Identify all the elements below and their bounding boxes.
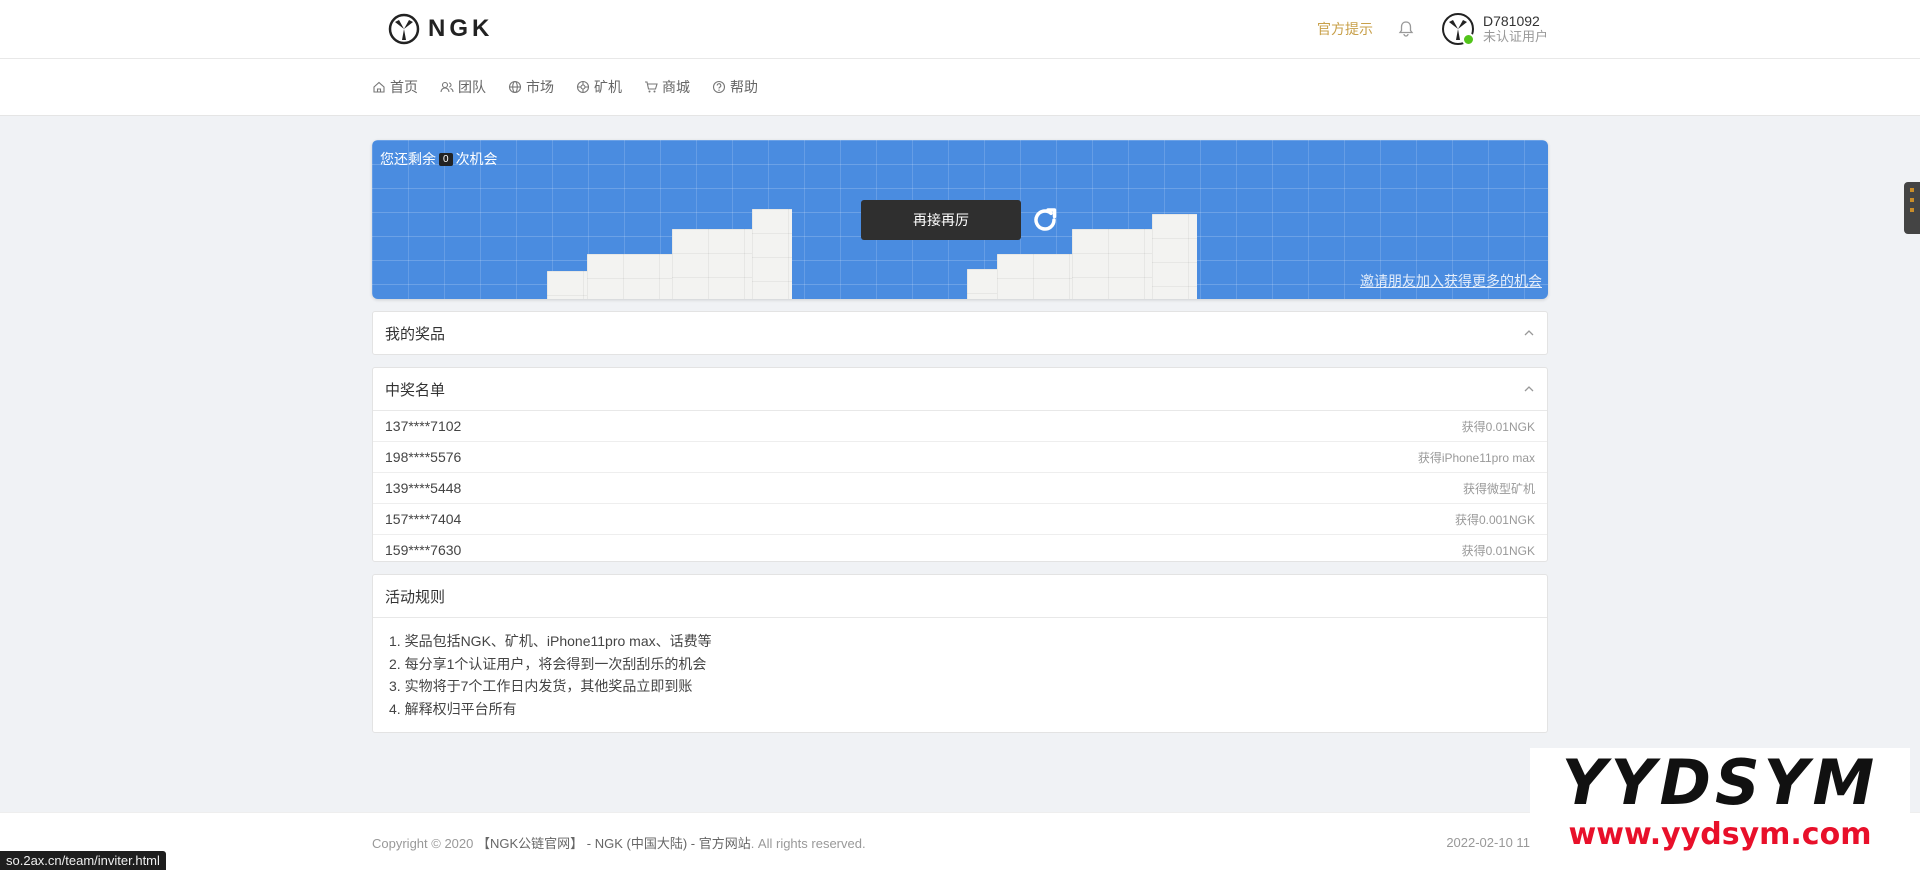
retry-button[interactable]: 再接再厉 [861,200,1021,240]
user-name: D781092 [1482,13,1540,29]
globe-icon [508,80,522,94]
nav-item-help[interactable]: 帮助 [712,77,758,97]
bell-icon[interactable] [1397,20,1415,38]
winner-phone: 198****5576 [385,449,462,465]
help-icon [712,80,726,94]
nav-item-team[interactable]: 团队 [440,77,486,97]
scratched-area [752,209,792,299]
avatar [1441,12,1475,46]
winner-prize: 获得0.001NGK [1454,512,1535,527]
online-status-dot [1461,33,1475,46]
rule-item: 4. 解释权归平台所有 [389,700,517,717]
winner-prize: 获得0.01NGK [1461,543,1535,558]
chances-prefix: 您还剩余 [380,151,436,167]
nav-label: 市场 [526,79,554,95]
copyright-rights: . All rights reserved. [750,835,866,851]
watermark-url: www.yydsym.com [1568,817,1872,852]
nav-item-shop[interactable]: 商城 [644,77,690,97]
nav-label: 商城 [662,79,690,95]
list-item: 139****5448 获得微型矿机 [373,473,1547,504]
main-nav: 首页 团队 市场 矿机 商城 帮助 [0,59,1920,116]
panel-title: 我的奖品 [385,325,446,343]
panel-title: 活动规则 [385,588,446,606]
list-item: 157****7404 获得0.001NGK [373,504,1547,535]
rule-item: 2. 每分享1个认证用户，将会得到一次刮刮乐的机会 [389,655,707,672]
user-menu[interactable]: D781092 未认证用户 [1441,12,1548,46]
copyright-brand[interactable]: 【NGK公链官网】 - NGK (中国大陆) - 官方网站 [477,836,751,851]
chances-suffix: 次机会 [455,151,498,167]
rules-panel: 活动规则 1. 奖品包括NGK、矿机、iPhone11pro max、话费等 2… [372,574,1548,733]
list-item: 137****7102 获得0.01NGK [373,411,1547,442]
side-widget-handle[interactable] [1904,182,1920,234]
winners-header[interactable]: 中奖名单 [373,368,1547,411]
invite-friends-link[interactable]: 邀请朋友加入获得更多的机会 [1360,271,1542,291]
rule-item: 3. 实物将于7个工作日内发货，其他奖品立即到账 [389,678,693,694]
copyright: Copyright © 2020 【NGK公链官网】 - NGK (中国大陆) … [372,833,866,852]
winners-list[interactable]: 137****7102 获得0.01NGK 198****5576 获得iPho… [373,411,1547,561]
watermark-title: YYDSYM [1561,746,1879,819]
scratch-card[interactable]: 您还剩余 0 次机会 再接再厉 邀请朋友加入获得更多的机会 [372,140,1548,299]
rules-list: 1. 奖品包括NGK、矿机、iPhone11pro max、话费等 2. 每分享… [373,618,1547,732]
cart-icon [645,81,658,93]
winner-prize: 获得iPhone11pro max [1417,450,1535,465]
nav-item-market[interactable]: 市场 [508,77,554,97]
home-icon [373,81,385,93]
logo-text: NGK [428,15,494,42]
top-header: NGK 官方提示 D781092 未认证用户 [0,0,1920,59]
copyright-prefix: Copyright © 2020 [372,835,474,851]
rule-item: 1. 奖品包括NGK、矿机、iPhone11pro max、话费等 [389,633,712,649]
panel-title: 中奖名单 [385,381,446,399]
nav-label: 帮助 [730,79,758,95]
winners-panel: 中奖名单 137****7102 获得0.01NGK 198****5576 获… [372,367,1548,562]
rules-header: 活动规则 [373,575,1547,618]
scratched-area [547,271,592,299]
chevron-up-icon[interactable] [1523,327,1535,339]
winner-prize: 获得0.01NGK [1461,419,1535,434]
remaining-chances: 您还剩余 0 次机会 [380,149,498,169]
my-prizes-panel: 我的奖品 [372,311,1548,355]
logo-icon [388,13,420,45]
nav-item-miner[interactable]: 矿机 [576,77,622,97]
list-item: 198****5576 获得iPhone11pro max [373,442,1547,473]
winner-prize: 获得微型矿机 [1462,481,1535,496]
nav-label: 团队 [458,79,486,95]
nav-label: 矿机 [594,79,622,95]
scratched-area [1152,214,1197,299]
refresh-icon[interactable] [1029,204,1061,236]
nav-item-home[interactable]: 首页 [372,77,418,97]
chevron-up-icon[interactable] [1523,383,1535,395]
watermark: YYDSYM www.yydsym.com [1530,748,1910,858]
winner-phone: 137****7102 [385,418,462,434]
main-content: 您还剩余 0 次机会 再接再厉 邀请朋友加入获得更多的机会 我的奖品 中奖名单 … [372,140,1548,733]
chances-count-badge: 0 [439,152,453,166]
status-bar-url: so.2ax.cn/team/inviter.html [0,851,166,870]
logo[interactable]: NGK [388,13,493,45]
nav-label: 首页 [390,79,418,95]
team-icon [440,81,454,93]
miner-icon [576,80,590,94]
winner-phone: 157****7404 [385,511,462,527]
official-notice-link[interactable]: 官方提示 [1317,19,1373,39]
list-item: 159****7630 获得0.01NGK [373,535,1547,561]
my-prizes-header[interactable]: 我的奖品 [373,312,1547,354]
winner-phone: 139****5448 [385,480,462,496]
user-status: 未认证用户 [1482,29,1548,44]
winner-phone: 159****7630 [385,542,462,558]
